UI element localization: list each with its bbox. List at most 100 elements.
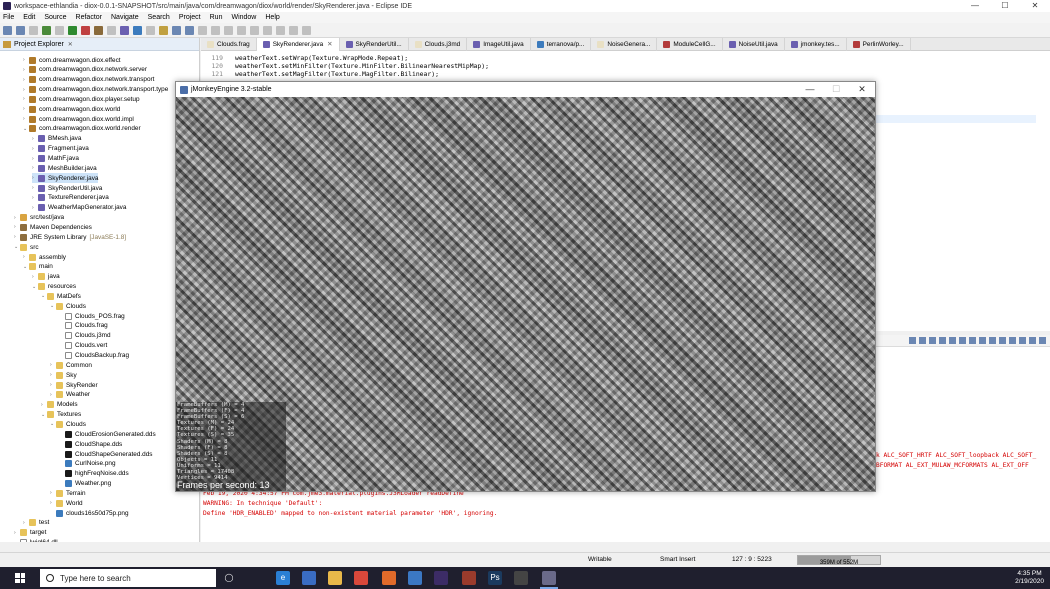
tree-item[interactable]: › Fragment.java — [32, 144, 89, 154]
tree-item[interactable]: › com.dreamwagon.diox.world.impl — [23, 114, 134, 124]
tree-item[interactable]: Clouds.j3md — [59, 331, 111, 341]
editor-tab[interactable]: ImageUtil.java — [467, 37, 531, 51]
close-icon[interactable]: ✕ — [68, 41, 73, 48]
tree-item[interactable]: › WeatherMapGenerator.java — [32, 203, 126, 213]
toolbar-button-icon[interactable] — [159, 25, 168, 35]
tree-item[interactable]: › SkyRenderUtil.java — [32, 183, 102, 193]
tree-item[interactable]: › Models — [41, 400, 78, 410]
tree-item[interactable]: › JRE System Library [JavaSE-1.8] — [14, 232, 126, 242]
tree-item[interactable]: › assembly — [23, 252, 66, 262]
photoshop-icon[interactable]: Ps — [488, 571, 502, 585]
menu-run[interactable]: Run — [210, 14, 223, 21]
tree-item[interactable]: › com.dreamwagon.diox.network.transport — [23, 75, 154, 85]
tree-item[interactable]: CloudShapeGenerated.dds — [59, 449, 152, 459]
toolbar-button-icon[interactable] — [224, 25, 233, 35]
editor-tab[interactable]: jmonkey.tes... — [785, 37, 847, 51]
project-explorer-tab[interactable]: Project Explorer ✕ — [0, 38, 199, 51]
tree-item[interactable]: ⌄ Clouds — [50, 301, 86, 311]
tree-item[interactable]: › SkyRender — [50, 380, 98, 390]
toolbar-button-icon[interactable] — [68, 25, 77, 35]
console-action-icon[interactable] — [1009, 337, 1016, 344]
firefox-icon[interactable] — [382, 571, 396, 585]
editor-tab[interactable]: ModuleCellG... — [657, 37, 723, 51]
calculator-icon[interactable] — [514, 571, 528, 585]
toolbar-button-icon[interactable] — [29, 25, 38, 35]
editor-tab[interactable]: Clouds.frag — [201, 37, 257, 51]
console-action-icon[interactable] — [919, 337, 926, 344]
toolbar-button-icon[interactable] — [120, 25, 129, 35]
tree-item[interactable]: › Maven Dependencies — [14, 222, 92, 232]
toolbar-button-icon[interactable] — [198, 25, 207, 35]
explorer-icon[interactable] — [328, 571, 342, 585]
editor-tab[interactable]: SkyRenderer.java ✕ — [256, 37, 340, 51]
toolbar-button-icon[interactable] — [250, 25, 259, 35]
menu-help[interactable]: Help — [265, 14, 279, 21]
editor-tab[interactable]: NoiseUtil.java — [723, 37, 785, 51]
tree-item[interactable]: › MeshBuilder.java — [32, 163, 97, 173]
tree-item[interactable]: › Weather — [50, 390, 90, 400]
tree-item[interactable]: › TextureRenderer.java — [32, 193, 109, 203]
jme-minimize-button[interactable]: — — [797, 82, 823, 97]
tree-item[interactable]: lwjgl64.dll — [14, 538, 58, 542]
tree-item[interactable]: Weather.png — [59, 479, 111, 489]
console-action-icon[interactable] — [929, 337, 936, 344]
chrome-icon[interactable] — [354, 571, 368, 585]
toolbar-button-icon[interactable] — [146, 25, 155, 35]
minimize-button[interactable]: — — [960, 0, 990, 12]
tree-item[interactable]: Clouds_POS.frag — [59, 311, 125, 321]
close-button[interactable]: ✕ — [1020, 0, 1050, 12]
tree-item[interactable]: › com.dreamwagon.diox.player.setup — [23, 94, 140, 104]
toolbar-button-icon[interactable] — [55, 25, 64, 35]
jme-title-bar[interactable]: jMonkeyEngine 3.2-stable — ☐ ✕ — [176, 82, 875, 97]
tree-item[interactable]: › World — [50, 498, 83, 508]
code-editor[interactable]: 119 weatherText.setWrap(Texture.WrapMode.… — [201, 51, 1050, 81]
maximize-button[interactable]: ☐ — [990, 0, 1020, 12]
editor-tab[interactable]: Clouds.j3md — [409, 37, 468, 51]
tree-item[interactable]: ⌄ Textures — [41, 410, 81, 420]
editor-tab[interactable]: SkyRenderUtil... — [340, 37, 409, 51]
toolbar-button-icon[interactable] — [263, 25, 272, 35]
toolbar-button-icon[interactable] — [289, 25, 298, 35]
console-action-icon[interactable] — [979, 337, 986, 344]
store-icon[interactable] — [302, 571, 316, 585]
tree-item[interactable]: › com.dreamwagon.diox.world — [23, 104, 120, 114]
toolbar-button-icon[interactable] — [16, 25, 25, 35]
menu-navigate[interactable]: Navigate — [111, 14, 139, 21]
editor-tab[interactable]: terranova/p... — [531, 37, 592, 51]
tree-item[interactable]: ⌄ com.dreamwagon.diox.world.render — [23, 124, 141, 134]
tree-item[interactable]: CloudShape.dds — [59, 439, 122, 449]
menu-search[interactable]: Search — [148, 14, 170, 21]
tree-item[interactable]: ⌄ Clouds — [50, 419, 86, 429]
toolbar-button-icon[interactable] — [133, 25, 142, 35]
jme-close-button[interactable]: ✕ — [849, 82, 875, 97]
menu-refactor[interactable]: Refactor — [76, 14, 102, 21]
edge-icon[interactable]: e — [276, 571, 290, 585]
tree-item[interactable]: › Terrain — [50, 488, 86, 498]
tree-item[interactable]: ⌄ src — [14, 242, 39, 252]
tree-item[interactable]: Clouds.vert — [59, 341, 107, 351]
tree-item[interactable]: › target — [14, 528, 46, 538]
toolbar-button-icon[interactable] — [81, 25, 90, 35]
editor-tab[interactable]: NoiseGenera... — [591, 37, 658, 51]
tree-item[interactable]: CloudErosionGenerated.dds — [59, 429, 156, 439]
console-action-icon[interactable] — [989, 337, 996, 344]
toolbar-button-icon[interactable] — [237, 25, 246, 35]
editor-tab[interactable]: PerlinWorley... — [847, 37, 911, 51]
toolbar-button-icon[interactable] — [302, 25, 311, 35]
close-icon[interactable]: ✕ — [327, 40, 332, 48]
tree-item[interactable]: › com.dreamwagon.diox.network.server — [23, 65, 147, 75]
tree-item[interactable]: › BMesh.java — [32, 134, 81, 144]
menu-window[interactable]: Window — [231, 14, 256, 21]
start-button[interactable] — [0, 567, 40, 589]
tree-item[interactable]: › SkyRenderer.java — [32, 173, 99, 184]
toolbar-button-icon[interactable] — [185, 25, 194, 35]
toolbar-button-icon[interactable] — [276, 25, 285, 35]
console-action-icon[interactable] — [1029, 337, 1036, 344]
taskbar-search[interactable]: Type here to search — [40, 569, 216, 587]
toolbar-button-icon[interactable] — [107, 25, 116, 35]
toolbar-button-icon[interactable] — [172, 25, 181, 35]
tree-item[interactable]: › com.dreamwagon.diox.effect — [23, 55, 121, 65]
jme-maximize-button[interactable]: ☐ — [823, 82, 849, 97]
tree-item[interactable]: › com.dreamwagon.diox.network.transport.t… — [23, 85, 168, 95]
tree-item[interactable]: › src/test/java — [14, 213, 64, 223]
